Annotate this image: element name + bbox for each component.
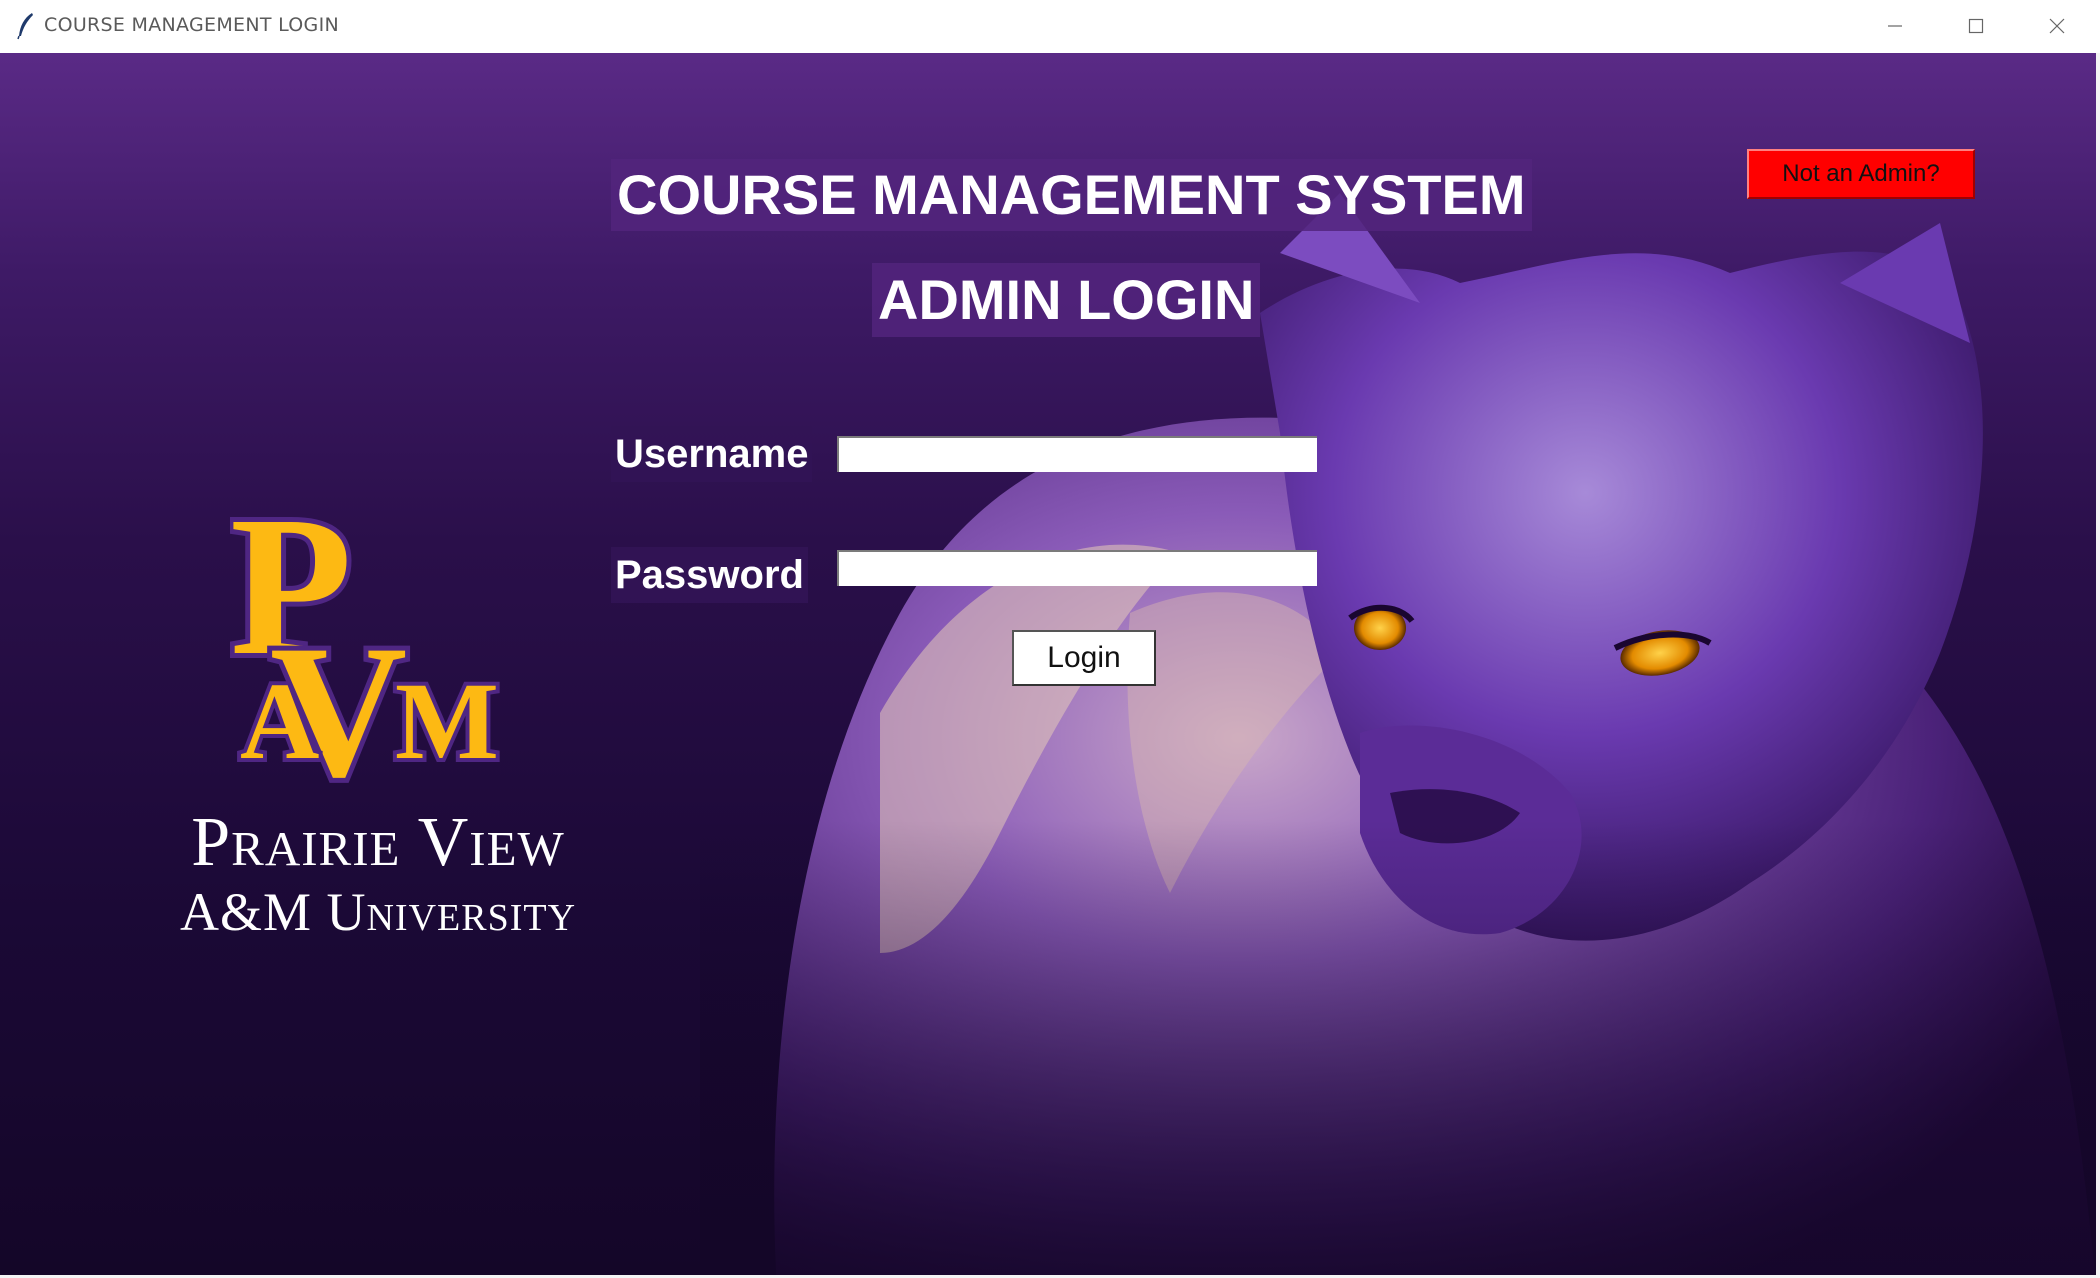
feather-icon (17, 13, 33, 40)
admin-login-heading: ADMIN LOGIN (872, 263, 1261, 337)
svg-text:M: M (395, 660, 499, 782)
title-bar[interactable]: COURSE MANAGEMENT LOGIN (0, 0, 2100, 54)
window-border-right (2096, 53, 2100, 1278)
window-title: COURSE MANAGEMENT LOGIN (44, 14, 339, 36)
university-name-line1: Prairie View (191, 804, 565, 881)
panther-image (700, 193, 2100, 1278)
close-button[interactable] (2017, 0, 2097, 52)
close-icon (2049, 18, 2065, 34)
minimize-icon (1888, 25, 1902, 27)
system-title: COURSE MANAGEMENT SYSTEM (611, 159, 1532, 231)
not-admin-button[interactable]: Not an Admin? (1747, 149, 1975, 199)
username-label: Username (611, 426, 813, 482)
pvamu-logo: P V A M (230, 503, 503, 793)
maximize-button[interactable] (1936, 0, 2016, 52)
minimize-button[interactable] (1855, 0, 1935, 52)
svg-text:A: A (240, 660, 319, 782)
university-name-line2: A&M University (179, 882, 577, 942)
login-button[interactable]: Login (1012, 630, 1156, 686)
username-input[interactable] (837, 436, 1317, 472)
password-input[interactable] (837, 550, 1317, 586)
maximize-icon (1968, 18, 1984, 34)
password-label: Password (611, 547, 808, 603)
login-window: COURSE MANAGEMENT LOGIN Not an Admin? CO… (0, 0, 2100, 1278)
login-canvas: Not an Admin? COURSE MANAGEMENT SYSTEM A… (0, 53, 2100, 1278)
